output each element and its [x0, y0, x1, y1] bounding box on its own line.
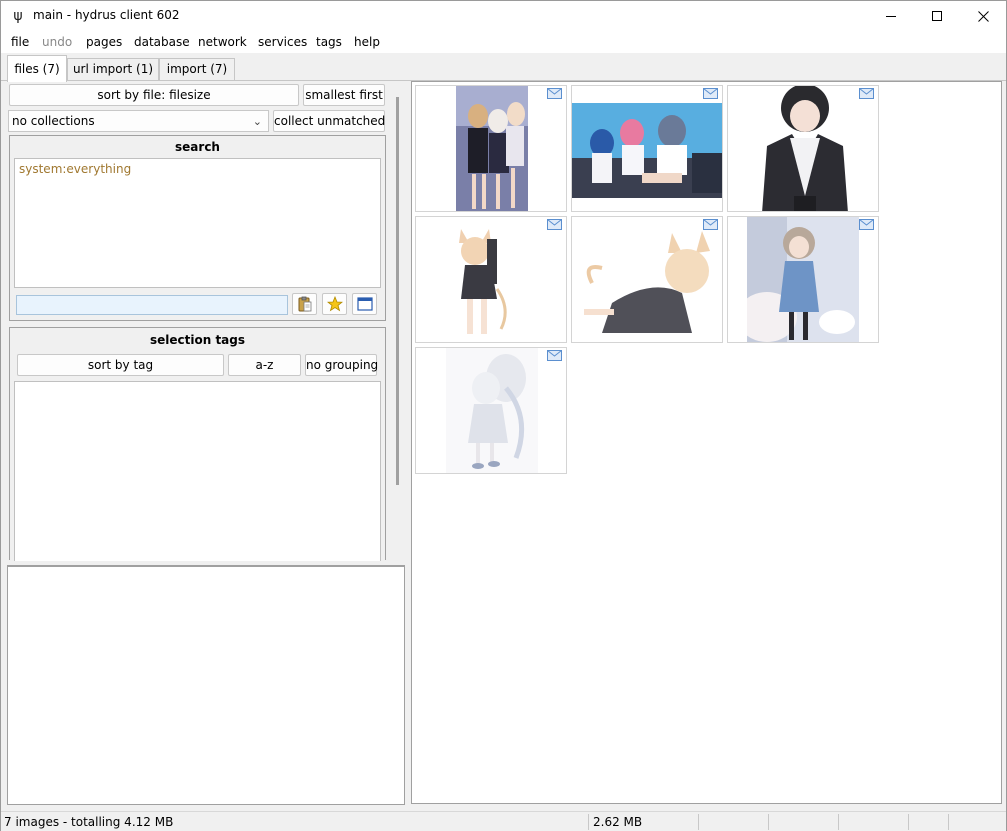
- status-summary: 7 images - totalling 4.12 MB: [4, 815, 174, 829]
- minimize-button[interactable]: [868, 1, 914, 31]
- tag-grouping-button[interactable]: no grouping: [305, 354, 378, 376]
- mail-icon: [547, 88, 562, 99]
- left-panel-scrollbar[interactable]: [396, 97, 399, 485]
- selection-tags-list[interactable]: [14, 381, 381, 561]
- menu-database[interactable]: database: [134, 35, 190, 49]
- hydrus-main-window: ψ main - hydrus client 602 file undo pag…: [0, 0, 1007, 831]
- window-title: main - hydrus client 602: [33, 8, 180, 22]
- search-input[interactable]: [16, 295, 288, 315]
- thumbnail[interactable]: [571, 85, 723, 212]
- menu-bar: file undo pages database network service…: [1, 31, 1006, 53]
- maximize-button[interactable]: [914, 1, 960, 31]
- status-divider: [948, 814, 949, 830]
- selection-tags-panel: selection tags sort by tag a-z no groupi…: [9, 327, 386, 561]
- search-window-button[interactable]: [352, 293, 377, 315]
- title-bar: ψ main - hydrus client 602: [1, 1, 1006, 31]
- hydrus-logo-icon: ψ: [13, 8, 23, 24]
- thumbnail[interactable]: [415, 85, 567, 212]
- thumbnail[interactable]: [571, 216, 723, 343]
- window-icon: [356, 297, 373, 311]
- search-predicate[interactable]: system:everything: [19, 162, 131, 176]
- clipboard-icon: [298, 296, 311, 312]
- sort-order-button[interactable]: smallest first: [303, 84, 385, 106]
- menu-network[interactable]: network: [198, 35, 247, 49]
- menu-services[interactable]: services: [258, 35, 307, 49]
- page-tabs: files (7) url import (1) import (7): [1, 55, 1006, 82]
- search-panel: search system:everything: [9, 135, 386, 321]
- tag-order-button[interactable]: a-z: [228, 354, 301, 376]
- thumbnail-image: [456, 86, 528, 211]
- selection-tags-title: selection tags: [149, 333, 246, 347]
- status-divider: [698, 814, 699, 830]
- chevron-down-icon: ⌄: [252, 115, 262, 128]
- status-divider: [588, 814, 589, 830]
- collect-dropdown-value: no collections: [12, 114, 95, 128]
- paste-button[interactable]: [292, 293, 317, 315]
- status-divider: [908, 814, 909, 830]
- tab-import[interactable]: import (7): [159, 58, 235, 81]
- favourite-searches-button[interactable]: [322, 293, 347, 315]
- menu-file[interactable]: file: [11, 35, 29, 49]
- menu-tags[interactable]: tags: [316, 35, 342, 49]
- thumbnail-image: [446, 348, 538, 473]
- thumbnail-image: [747, 217, 859, 342]
- maximize-icon: [932, 11, 942, 21]
- tab-url-import[interactable]: url import (1): [67, 58, 159, 81]
- menu-help[interactable]: help: [354, 35, 380, 49]
- menu-pages[interactable]: pages: [86, 35, 122, 49]
- media-preview-panel[interactable]: [7, 565, 405, 805]
- mail-icon: [703, 219, 718, 230]
- mail-icon: [859, 88, 874, 99]
- mail-icon: [703, 88, 718, 99]
- thumbnail-image: [572, 223, 722, 338]
- thumbnail-grid[interactable]: [411, 81, 1002, 804]
- thumbnail-image: [762, 86, 848, 211]
- thumbnail-image: [572, 103, 722, 198]
- close-button[interactable]: [960, 1, 1006, 31]
- thumbnail[interactable]: [727, 85, 879, 212]
- close-icon: [977, 10, 989, 22]
- search-predicates-list[interactable]: system:everything: [14, 158, 381, 288]
- collect-unmatched-button[interactable]: collect unmatched: [273, 110, 385, 132]
- status-divider: [838, 814, 839, 830]
- menu-undo[interactable]: undo: [42, 35, 72, 49]
- tab-files[interactable]: files (7): [7, 55, 67, 82]
- sort-by-button[interactable]: sort by file: filesize: [9, 84, 299, 106]
- thumbnail[interactable]: [415, 216, 567, 343]
- mail-icon: [547, 219, 562, 230]
- status-divider: [768, 814, 769, 830]
- thumbnail[interactable]: [727, 216, 879, 343]
- status-bar: 7 images - totalling 4.12 MB 2.62 MB: [1, 811, 1006, 831]
- status-selected-size: 2.62 MB: [593, 815, 643, 829]
- thumbnail-image: [451, 219, 531, 342]
- search-panel-title: search: [175, 140, 220, 154]
- collect-dropdown[interactable]: no collections ⌄: [8, 110, 269, 132]
- thumbnail[interactable]: [415, 347, 567, 474]
- star-icon: [326, 296, 343, 312]
- tag-sort-button[interactable]: sort by tag: [17, 354, 224, 376]
- mail-icon: [547, 350, 562, 361]
- minimize-icon: [886, 15, 896, 17]
- mail-icon: [859, 219, 874, 230]
